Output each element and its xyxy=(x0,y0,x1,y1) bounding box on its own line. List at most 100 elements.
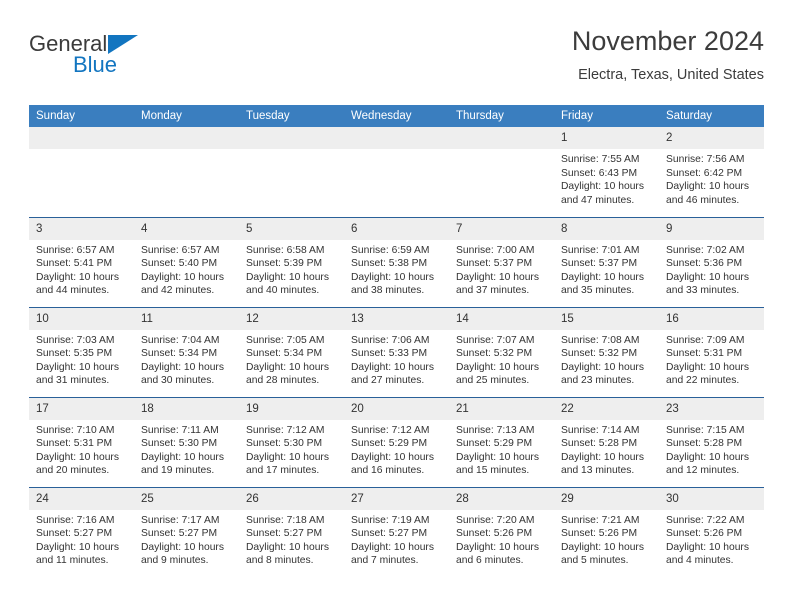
day-number: 8 xyxy=(554,217,659,240)
daylight-text: Daylight: 10 hours and 20 minutes. xyxy=(36,451,119,477)
calendar-day-cell[interactable]: 13 Sunrise: 7:06 AM Sunset: 5:33 PM Dayligh… xyxy=(344,306,449,397)
daylight-text: Daylight: 10 hours and 35 minutes. xyxy=(561,271,644,297)
day-info: Sunrise: 7:09 AM Sunset: 5:31 PM Daylight:… xyxy=(659,330,764,388)
sunrise-text: Sunrise: 7:04 AM xyxy=(141,334,220,346)
sunset-text: Sunset: 5:28 PM xyxy=(666,438,743,450)
daylight-text: Daylight: 10 hours and 23 minutes. xyxy=(561,361,644,387)
daylight-text: Daylight: 10 hours and 31 minutes. xyxy=(36,361,119,387)
day-info: Sunrise: 7:21 AM Sunset: 5:26 PM Daylight:… xyxy=(554,510,659,568)
day-info: Sunrise: 6:57 AM Sunset: 5:41 PM Daylight:… xyxy=(29,240,134,298)
daylight-text: Daylight: 10 hours and 47 minutes. xyxy=(561,181,644,206)
calendar-day-cell[interactable]: 7 Sunrise: 7:00 AM Sunset: 5:37 PM Daylight… xyxy=(449,216,554,307)
day-info: Sunrise: 7:22 AM Sunset: 5:26 PM Daylight:… xyxy=(659,510,764,568)
sunset-text: Sunset: 6:42 PM xyxy=(666,167,743,179)
day-number: 14 xyxy=(449,307,554,330)
day-info: Sunrise: 7:20 AM Sunset: 5:26 PM Daylight:… xyxy=(449,510,554,568)
day-number: 1 xyxy=(554,127,659,149)
day-number: 19 xyxy=(239,397,344,420)
calendar-day-cell[interactable]: 18 Sunrise: 7:11 AM Sunset: 5:30 PM Dayligh… xyxy=(134,396,239,487)
calendar-day-cell[interactable]: 25 Sunrise: 7:17 AM Sunset: 5:27 PM Dayligh… xyxy=(134,486,239,577)
calendar-day-cell[interactable]: 28 Sunrise: 7:20 AM Sunset: 5:26 PM Dayligh… xyxy=(449,486,554,577)
day-number: 25 xyxy=(134,487,239,510)
day-number: 29 xyxy=(554,487,659,510)
day-number: 2 xyxy=(659,127,764,149)
calendar-day-cell[interactable]: 1 Sunrise: 7:55 AM Sunset: 6:43 PM Daylight… xyxy=(554,127,659,217)
calendar-day-cell[interactable]: 20 Sunrise: 7:12 AM Sunset: 5:29 PM Dayligh… xyxy=(344,396,449,487)
calendar-day-cell[interactable]: 8 Sunrise: 7:01 AM Sunset: 5:37 PM Daylight… xyxy=(554,216,659,307)
sunset-text: Sunset: 5:27 PM xyxy=(141,528,218,540)
sunrise-text: Sunrise: 7:03 AM xyxy=(36,334,115,346)
sunset-text: Sunset: 5:33 PM xyxy=(351,348,428,360)
calendar-day-cell-empty xyxy=(449,127,554,217)
sunrise-text: Sunrise: 7:08 AM xyxy=(561,334,640,346)
daylight-text: Daylight: 10 hours and 30 minutes. xyxy=(141,361,224,387)
sunset-text: Sunset: 5:41 PM xyxy=(36,258,113,270)
calendar-week-row: 1 Sunrise: 7:55 AM Sunset: 6:43 PM Daylight… xyxy=(29,127,764,217)
calendar-day-cell[interactable]: 27 Sunrise: 7:19 AM Sunset: 5:27 PM Dayligh… xyxy=(344,486,449,577)
calendar-day-cell[interactable]: 2 Sunrise: 7:56 AM Sunset: 6:42 PM Daylight… xyxy=(659,127,764,217)
sunrise-text: Sunrise: 7:19 AM xyxy=(351,514,430,526)
sunset-text: Sunset: 5:35 PM xyxy=(36,348,113,360)
day-number xyxy=(134,127,239,149)
calendar-day-cell[interactable]: 30 Sunrise: 7:22 AM Sunset: 5:26 PM Dayligh… xyxy=(659,486,764,577)
day-number: 21 xyxy=(449,397,554,420)
day-info: Sunrise: 7:10 AM Sunset: 5:31 PM Daylight:… xyxy=(29,420,134,478)
calendar-day-cell[interactable]: 14 Sunrise: 7:07 AM Sunset: 5:32 PM Dayligh… xyxy=(449,306,554,397)
day-number xyxy=(344,127,449,149)
daylight-text: Daylight: 10 hours and 40 minutes. xyxy=(246,271,329,297)
calendar-day-cell[interactable]: 5 Sunrise: 6:58 AM Sunset: 5:39 PM Daylight… xyxy=(239,216,344,307)
day-number: 22 xyxy=(554,397,659,420)
day-info: Sunrise: 7:02 AM Sunset: 5:36 PM Daylight:… xyxy=(659,240,764,298)
sunrise-text: Sunrise: 7:05 AM xyxy=(246,334,325,346)
day-info: Sunrise: 7:16 AM Sunset: 5:27 PM Daylight:… xyxy=(29,510,134,568)
calendar-day-cell[interactable]: 29 Sunrise: 7:21 AM Sunset: 5:26 PM Dayligh… xyxy=(554,486,659,577)
sunrise-text: Sunrise: 7:01 AM xyxy=(561,244,640,256)
calendar-day-cell-empty xyxy=(239,127,344,217)
day-info: Sunrise: 7:14 AM Sunset: 5:28 PM Daylight:… xyxy=(554,420,659,478)
calendar-day-cell[interactable]: 26 Sunrise: 7:18 AM Sunset: 5:27 PM Dayligh… xyxy=(239,486,344,577)
sunrise-text: Sunrise: 7:09 AM xyxy=(666,334,745,346)
calendar-day-cell[interactable]: 11 Sunrise: 7:04 AM Sunset: 5:34 PM Dayligh… xyxy=(134,306,239,397)
calendar-day-cell[interactable]: 6 Sunrise: 6:59 AM Sunset: 5:38 PM Daylight… xyxy=(344,216,449,307)
calendar-day-cell-empty xyxy=(344,127,449,217)
daylight-text: Daylight: 10 hours and 42 minutes. xyxy=(141,271,224,297)
calendar-day-cell[interactable]: 3 Sunrise: 6:57 AM Sunset: 5:41 PM Daylight… xyxy=(29,216,134,307)
daylight-text: Daylight: 10 hours and 7 minutes. xyxy=(351,541,434,567)
calendar-day-cell[interactable]: 16 Sunrise: 7:09 AM Sunset: 5:31 PM Dayligh… xyxy=(659,306,764,397)
generalblue-logo[interactable]: General Blue xyxy=(29,32,259,88)
calendar-day-cell[interactable]: 22 Sunrise: 7:14 AM Sunset: 5:28 PM Dayligh… xyxy=(554,396,659,487)
day-info: Sunrise: 6:57 AM Sunset: 5:40 PM Daylight:… xyxy=(134,240,239,298)
calendar-day-cell[interactable]: 19 Sunrise: 7:12 AM Sunset: 5:30 PM Dayligh… xyxy=(239,396,344,487)
day-info: Sunrise: 7:19 AM Sunset: 5:27 PM Daylight:… xyxy=(344,510,449,568)
day-info: Sunrise: 6:58 AM Sunset: 5:39 PM Daylight:… xyxy=(239,240,344,298)
sunrise-text: Sunrise: 7:00 AM xyxy=(456,244,535,256)
day-number: 11 xyxy=(134,307,239,330)
sunrise-text: Sunrise: 7:10 AM xyxy=(36,424,115,436)
daylight-text: Daylight: 10 hours and 33 minutes. xyxy=(666,271,749,297)
calendar-day-cell[interactable]: 15 Sunrise: 7:08 AM Sunset: 5:32 PM Dayligh… xyxy=(554,306,659,397)
calendar-day-cell[interactable]: 12 Sunrise: 7:05 AM Sunset: 5:34 PM Dayligh… xyxy=(239,306,344,397)
weekday-header-monday: Monday xyxy=(134,105,239,127)
daylight-text: Daylight: 10 hours and 25 minutes. xyxy=(456,361,539,387)
calendar-week-row: 24 Sunrise: 7:16 AM Sunset: 5:27 PM Dayligh… xyxy=(29,486,764,577)
sunrise-text: Sunrise: 7:12 AM xyxy=(246,424,325,436)
day-number xyxy=(449,127,554,149)
day-info: Sunrise: 7:08 AM Sunset: 5:32 PM Daylight:… xyxy=(554,330,659,388)
calendar-day-cell-empty xyxy=(29,127,134,217)
daylight-text: Daylight: 10 hours and 19 minutes. xyxy=(141,451,224,477)
day-info: Sunrise: 7:07 AM Sunset: 5:32 PM Daylight:… xyxy=(449,330,554,388)
title-block: November 2024 Electra, Texas, United Sta… xyxy=(572,24,764,86)
calendar-day-cell[interactable]: 24 Sunrise: 7:16 AM Sunset: 5:27 PM Dayligh… xyxy=(29,486,134,577)
calendar-day-cell[interactable]: 21 Sunrise: 7:13 AM Sunset: 5:29 PM Dayligh… xyxy=(449,396,554,487)
sunrise-text: Sunrise: 7:22 AM xyxy=(666,514,745,526)
calendar-day-cell[interactable]: 10 Sunrise: 7:03 AM Sunset: 5:35 PM Dayligh… xyxy=(29,306,134,397)
day-number: 9 xyxy=(659,217,764,240)
weekday-header-sunday: Sunday xyxy=(29,105,134,127)
calendar-day-cell[interactable]: 23 Sunrise: 7:15 AM Sunset: 5:28 PM Dayligh… xyxy=(659,396,764,487)
calendar-day-cell[interactable]: 9 Sunrise: 7:02 AM Sunset: 5:36 PM Daylight… xyxy=(659,216,764,307)
calendar-day-cell[interactable]: 4 Sunrise: 6:57 AM Sunset: 5:40 PM Daylight… xyxy=(134,216,239,307)
sunset-text: Sunset: 5:39 PM xyxy=(246,258,323,270)
day-info: Sunrise: 7:15 AM Sunset: 5:28 PM Daylight:… xyxy=(659,420,764,478)
calendar-body: 1 Sunrise: 7:55 AM Sunset: 6:43 PM Daylight… xyxy=(29,127,764,577)
calendar-day-cell[interactable]: 17 Sunrise: 7:10 AM Sunset: 5:31 PM Dayligh… xyxy=(29,396,134,487)
